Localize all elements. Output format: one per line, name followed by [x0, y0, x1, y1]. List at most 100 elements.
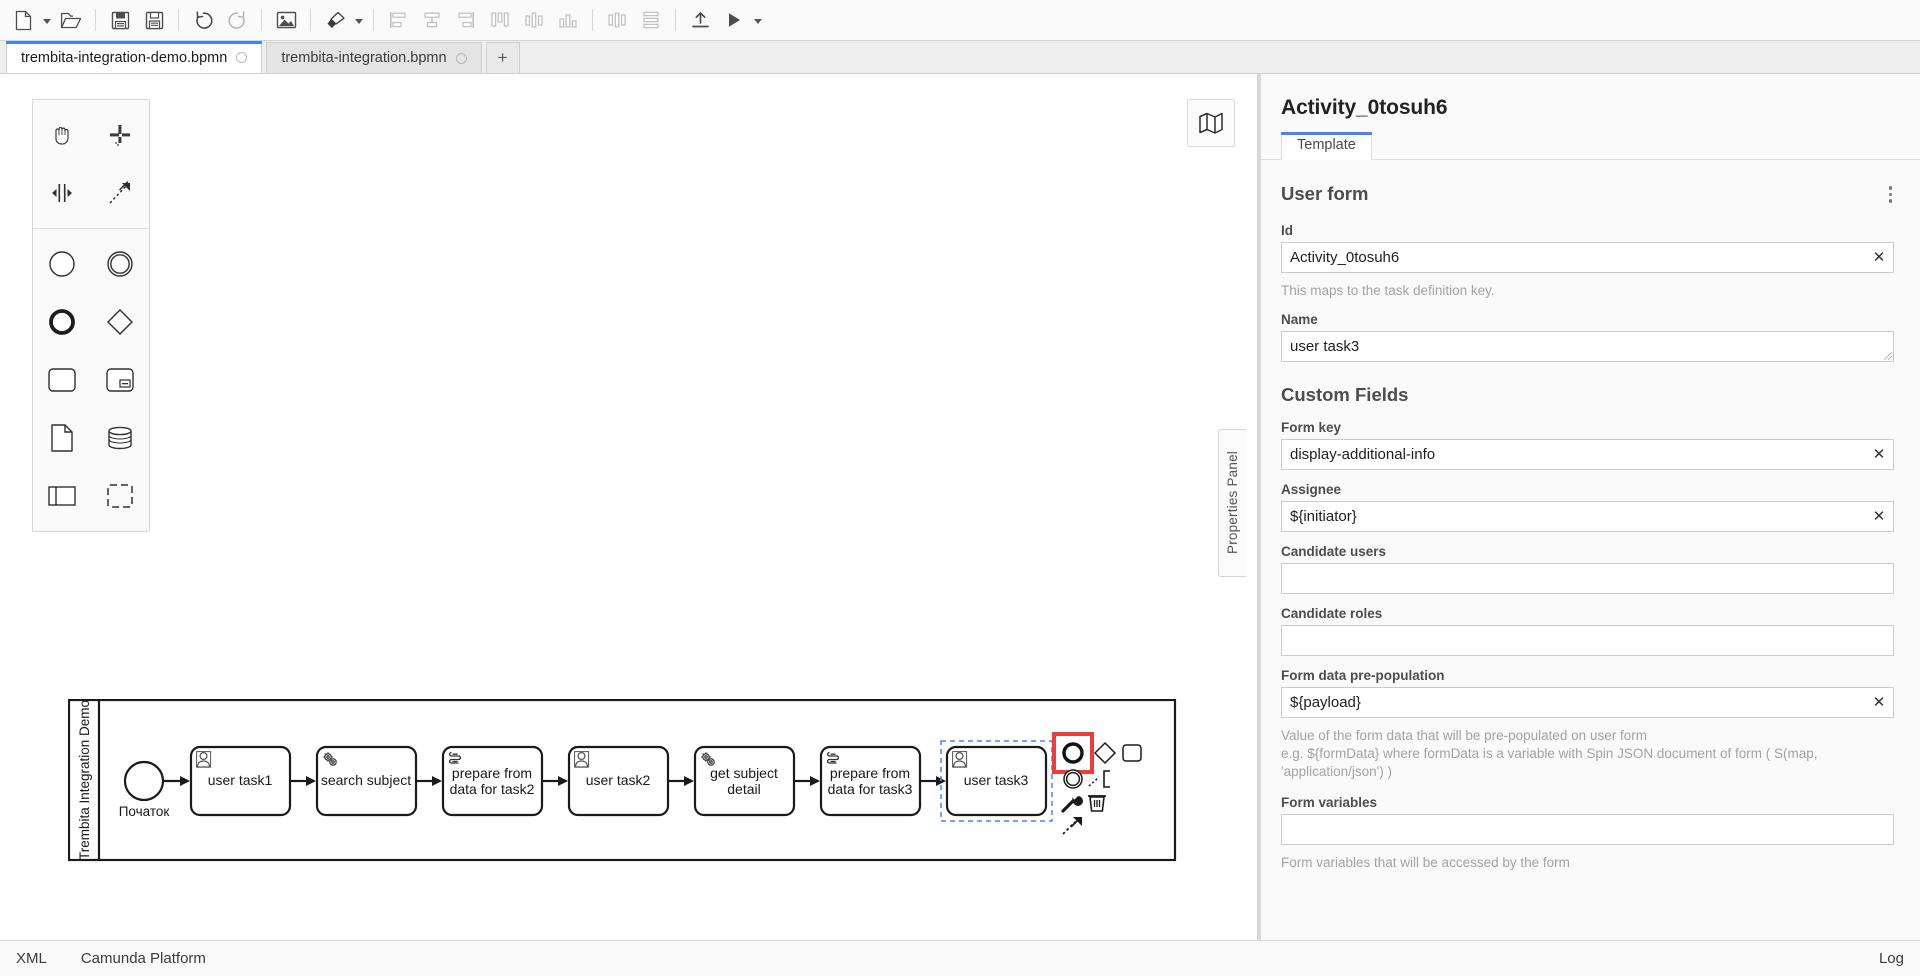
palette-group-elements	[33, 228, 149, 531]
candidate-users-input[interactable]	[1281, 562, 1894, 594]
hint-id: This maps to the task definition key.	[1281, 282, 1495, 298]
form-variables-input[interactable]	[1281, 814, 1894, 846]
palette-space-tool[interactable]	[33, 164, 91, 222]
palette-create-end-event[interactable]	[33, 293, 91, 351]
candidate-roles-input[interactable]	[1281, 624, 1894, 656]
set-color-dropdown[interactable]	[352, 4, 366, 36]
bpmn-task-get-subject-detail: get subject detail	[693, 745, 796, 817]
tab-close-icon[interactable]	[236, 52, 248, 63]
bpmn-task-label: prepare from	[830, 765, 910, 781]
start-process-dropdown[interactable]	[751, 4, 765, 36]
assignee-input[interactable]: ${initiator}	[1281, 500, 1894, 532]
bpmn-task-user-task1: user task1	[189, 745, 292, 817]
deploy-button[interactable]	[683, 4, 717, 36]
bpmn-start-event-label: Початок	[119, 804, 170, 819]
palette-create-pool[interactable]	[33, 467, 91, 525]
map-icon	[1199, 112, 1223, 134]
align-right-button[interactable]	[449, 4, 483, 36]
palette-connect-tool[interactable]	[91, 164, 149, 222]
field-name: Name user task3	[1281, 312, 1894, 362]
set-color-button[interactable]	[318, 4, 352, 36]
tab-template[interactable]: Template	[1281, 132, 1372, 160]
align-left-button[interactable]	[381, 4, 415, 36]
name-resize-handle[interactable]	[1883, 351, 1893, 361]
align-bottom-button[interactable]	[551, 4, 585, 36]
palette-lasso-tool[interactable]	[91, 106, 149, 164]
template-options-menu-icon[interactable]	[1887, 182, 1895, 207]
align-top-button[interactable]	[483, 4, 517, 36]
palette-create-intermediate-event[interactable]	[91, 235, 149, 293]
palette-create-gateway[interactable]	[91, 293, 149, 351]
minimap-toggle-button[interactable]	[1187, 99, 1235, 147]
name-input[interactable]: user task3	[1281, 330, 1894, 362]
footer-tab-camunda-platform[interactable]: Camunda Platform	[81, 950, 206, 967]
properties-panel-toggle[interactable]: Properties Panel	[1218, 429, 1246, 577]
palette-create-task[interactable]	[33, 351, 91, 409]
undo-button[interactable]	[186, 4, 220, 36]
export-image-button[interactable]	[269, 4, 303, 36]
new-file-button[interactable]	[6, 4, 40, 36]
save-button[interactable]	[103, 4, 137, 36]
bpmn-task-label: search subject	[321, 772, 411, 788]
footer-log-button[interactable]: Log	[1879, 950, 1904, 967]
editor-tab-trembita-integration[interactable]: trembita-integration.bpmn	[266, 42, 482, 73]
bpmn-task-label: prepare from	[452, 765, 532, 781]
bpmn-pool-label: Trembita Integration Demo	[77, 700, 92, 860]
field-candidate-users: Candidate users	[1281, 544, 1894, 594]
properties-panel-title: Activity_0tosuh6	[1281, 96, 1448, 119]
clear-id-icon[interactable]: ✕	[1871, 249, 1887, 265]
distribute-vertical-button[interactable]	[634, 4, 668, 36]
field-candidate-roles: Candidate roles	[1281, 606, 1894, 656]
palette-create-start-event[interactable]	[33, 235, 91, 293]
distribute-horizontal-button[interactable]	[600, 4, 634, 36]
align-center-button[interactable]	[415, 4, 449, 36]
toolbar-divider	[95, 9, 96, 31]
bpmn-task-label: user task2	[586, 772, 651, 788]
id-input[interactable]: Activity_0tosuh6	[1281, 241, 1894, 273]
properties-panel-toggle-label: Properties Panel	[1225, 451, 1240, 555]
context-pad-delete-element	[1088, 795, 1106, 812]
bpmn-diagram[interactable]: Trembita Integration Demo Початок user t…	[67, 698, 1178, 904]
field-form-variables: Form variables	[1281, 795, 1894, 846]
context-pad-append-end-event	[1062, 742, 1084, 764]
palette-create-data-object[interactable]	[33, 409, 91, 467]
editor-tab-trembita-integration-demo[interactable]: trembita-integration-demo.bpmn	[6, 41, 263, 73]
properties-panel: Activity_0tosuh6 Template User form Id A…	[1258, 74, 1920, 940]
field-form-key: Form key display-additional-info ✕	[1281, 420, 1894, 470]
palette-create-subprocess[interactable]	[91, 351, 149, 409]
footer-tab-xml[interactable]: XML	[16, 950, 47, 967]
toolbar-divider	[675, 9, 676, 31]
bpmn-task-label-line2: detail	[727, 781, 760, 797]
open-file-button[interactable]	[54, 4, 88, 36]
tab-label: trembita-integration-demo.bpmn	[21, 49, 228, 66]
field-label-name: Name	[1281, 311, 1318, 327]
add-tab-label: +	[497, 48, 508, 67]
palette-hand-tool[interactable]	[33, 106, 91, 164]
clear-form-key-icon[interactable]: ✕	[1871, 446, 1887, 462]
field-label-form-key: Form key	[1281, 419, 1342, 435]
field-label-form-data-prepopulation: Form data pre-population	[1281, 667, 1445, 683]
toolbar-divider	[178, 9, 179, 31]
tab-template-label: Template	[1297, 137, 1356, 153]
field-label-candidate-users: Candidate users	[1281, 543, 1387, 559]
clear-form-data-prepopulation-icon[interactable]: ✕	[1871, 694, 1887, 710]
bpmn-task-label-line2: data for task2	[450, 781, 535, 797]
new-file-dropdown[interactable]	[40, 4, 54, 36]
palette-create-group[interactable]	[91, 467, 149, 525]
redo-button[interactable]	[220, 4, 254, 36]
align-middle-button[interactable]	[517, 4, 551, 36]
bpmn-canvas[interactable]: Trembita Integration Demo Початок user t…	[0, 74, 1258, 940]
tab-close-icon[interactable]	[455, 52, 467, 64]
hint-form-data-prepopulation: Value of the form data that will be pre-…	[1281, 727, 1818, 780]
add-tab-button[interactable]: +	[485, 42, 520, 73]
save-as-button[interactable]	[137, 4, 171, 36]
main-body: Trembita Integration Demo Початок user t…	[0, 74, 1920, 940]
form-key-input[interactable]: display-additional-info	[1281, 438, 1894, 470]
clear-assignee-icon[interactable]: ✕	[1871, 508, 1887, 524]
start-process-button[interactable]	[717, 4, 751, 36]
toolbar-divider	[592, 9, 593, 31]
bpmn-task-label: user task3	[964, 772, 1029, 788]
palette-create-data-store[interactable]	[91, 409, 149, 467]
field-form-data-prepopulation: Form data pre-population ${payload} ✕	[1281, 668, 1894, 718]
form-data-prepopulation-input[interactable]: ${payload}	[1281, 686, 1894, 718]
